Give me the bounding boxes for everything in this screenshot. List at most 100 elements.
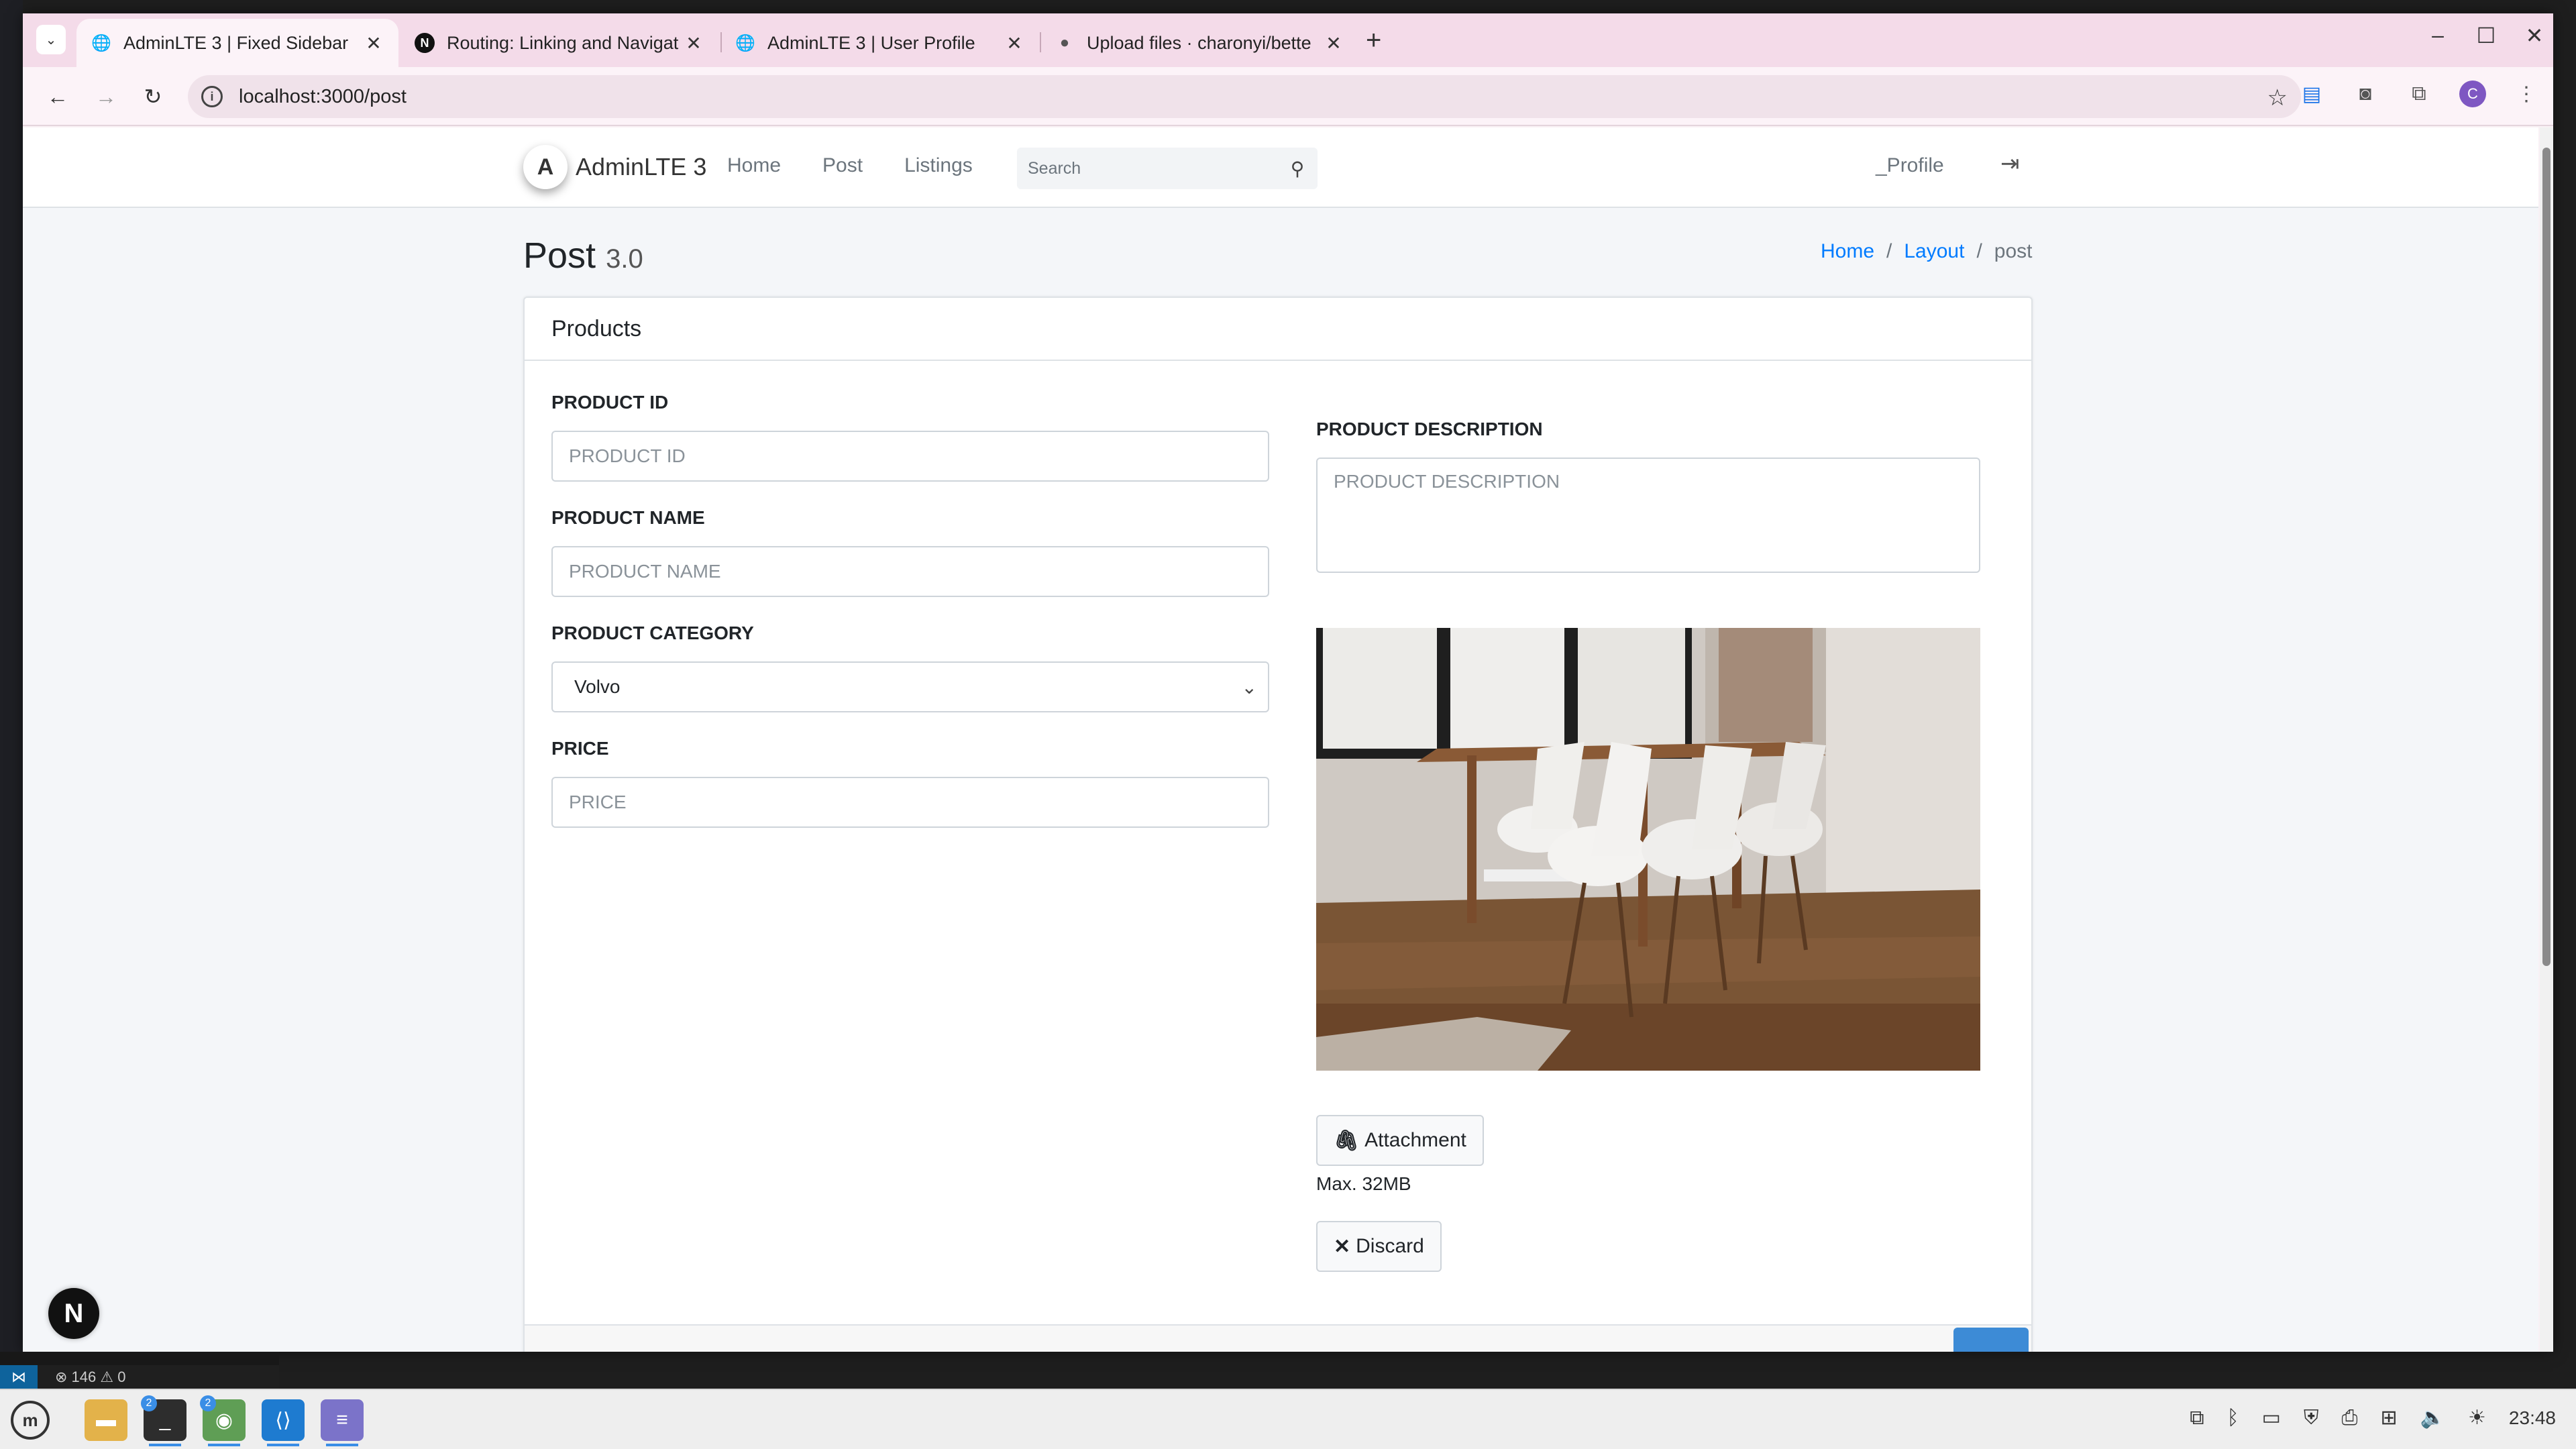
volume-icon[interactable]: 🔈 xyxy=(2420,1406,2445,1430)
close-icon[interactable]: ✕ xyxy=(364,32,384,54)
main-navbar: A AdminLTE 3 Home Post Listings Search ⚲… xyxy=(23,127,2538,208)
minimize-icon[interactable]: – xyxy=(2426,23,2450,48)
search-input[interactable]: Search xyxy=(1028,159,1277,178)
breadcrumb-home[interactable]: Home xyxy=(1821,240,1874,263)
desktop-background-strip xyxy=(0,0,23,1389)
window-count-badge: 2 xyxy=(141,1395,157,1411)
nav-link-home[interactable]: Home xyxy=(727,154,781,177)
search-icon[interactable]: ⚲ xyxy=(1277,158,1318,180)
tab-user-profile[interactable]: 🌐 AdminLTE 3 | User Profile ✕ xyxy=(720,19,1039,67)
printer-icon[interactable]: ⎙ xyxy=(2342,1407,2358,1430)
tab-routing[interactable]: N Routing: Linking and Navigat ✕ xyxy=(400,19,718,67)
more-menu-icon[interactable]: ⋮ xyxy=(2513,80,2540,107)
attachment-button[interactable]: 🖇 Attachment xyxy=(1316,1115,1484,1166)
chrome-icon: ◉ xyxy=(215,1409,233,1432)
tab-title: Routing: Linking and Navigat xyxy=(447,32,679,53)
notes-icon: ≡ xyxy=(336,1409,348,1431)
site-info-icon[interactable]: i xyxy=(201,86,223,107)
nav-link-listings[interactable]: Listings xyxy=(904,154,973,177)
page-title: Post 3.0 xyxy=(523,235,643,276)
browser-toolbar: ← → ↻ i localhost:3000/post ☆ ▤ ◙ ⧉ C ⋮ xyxy=(23,67,2553,126)
clock[interactable]: 23:48 xyxy=(2509,1407,2556,1429)
reload-button[interactable]: ↻ xyxy=(138,82,168,111)
adminlte-logo: A xyxy=(523,145,568,189)
nextjs-dev-indicator[interactable]: N xyxy=(48,1288,99,1339)
start-menu-button[interactable]: m xyxy=(11,1401,50,1440)
running-indicator xyxy=(326,1444,358,1446)
logout-icon[interactable]: ⇥ xyxy=(2000,150,2020,177)
error-count: 146 xyxy=(71,1368,97,1385)
brand-link[interactable]: A AdminLTE 3 xyxy=(523,145,706,189)
extension-icons: ▤ ◙ ⧉ C ⋮ xyxy=(2298,80,2540,107)
product-category-select[interactable]: Volvo ⌄ xyxy=(551,661,1269,712)
vscode-status-bar: ⋈ ⊗ 146 ⚠ 0 xyxy=(0,1365,279,1389)
product-id-input[interactable]: PRODUCT ID xyxy=(551,431,1269,482)
card-header: Products xyxy=(525,298,2031,361)
system-tray: ⧉ ᛒ ▭ ⛨ ⎙ ⊞ 🔈 ☀ 23:48 xyxy=(2190,1406,2556,1430)
tab-adminlte-fixed-sidebar[interactable]: 🌐 AdminLTE 3 | Fixed Sidebar ✕ xyxy=(76,19,398,67)
discard-label: Discard xyxy=(1356,1235,1424,1257)
page-scrollbar[interactable] xyxy=(2540,127,2553,1352)
close-icon[interactable]: ✕ xyxy=(1004,32,1024,54)
terminal-app[interactable]: _ 2 xyxy=(141,1395,186,1446)
workspace-icon[interactable]: ⧉ xyxy=(2190,1407,2204,1430)
problems-indicator[interactable]: ⊗ 146 ⚠ 0 xyxy=(55,1368,125,1386)
product-category-label: PRODUCT CATEGORY xyxy=(551,623,754,643)
tab-title: AdminLTE 3 | Fixed Sidebar xyxy=(123,32,349,53)
tab-title: Upload files · charonyi/bette xyxy=(1087,32,1311,53)
address-bar[interactable]: i localhost:3000/post ☆ xyxy=(188,75,2301,118)
product-image xyxy=(1316,628,1980,1071)
new-tab-button[interactable]: + xyxy=(1366,25,1381,56)
folder-icon: ▬ xyxy=(96,1409,116,1431)
bluetooth-icon[interactable]: ᛒ xyxy=(2227,1407,2239,1430)
terminal-icon: _ xyxy=(159,1409,171,1431)
profile-avatar[interactable]: C xyxy=(2459,80,2486,107)
price-input[interactable]: PRICE xyxy=(551,777,1269,828)
chevron-down-icon: ⌄ xyxy=(45,32,57,48)
clipboard-icon[interactable]: ▭ xyxy=(2262,1406,2281,1430)
browser-window: ⌄ 🌐 AdminLTE 3 | Fixed Sidebar ✕ N Routi… xyxy=(23,13,2553,1352)
breadcrumb-current: post xyxy=(1994,240,2033,262)
nextjs-icon: N xyxy=(415,33,435,53)
close-icon[interactable]: ✕ xyxy=(1324,32,1344,54)
product-name-label: PRODUCT NAME xyxy=(551,507,705,528)
close-icon[interactable]: ✕ xyxy=(684,32,704,54)
puzzle-icon[interactable]: ⧉ xyxy=(2406,80,2432,107)
remote-icon[interactable]: ⋈ xyxy=(0,1365,38,1389)
network-icon[interactable]: ⊞ xyxy=(2381,1406,2398,1430)
max-size-note: Max. 32MB xyxy=(1316,1173,1411,1194)
chrome-app[interactable]: ◉ 2 xyxy=(200,1395,246,1446)
translate-icon[interactable]: ▤ xyxy=(2298,80,2325,107)
tab-search-button[interactable]: ⌄ xyxy=(36,25,66,54)
reload-icon: ↻ xyxy=(144,85,162,109)
nav-link-profile[interactable]: _Profile xyxy=(1876,154,1944,177)
navbar-search[interactable]: Search ⚲ xyxy=(1017,148,1318,189)
github-icon: ● xyxy=(1059,34,1070,52)
vscode-app[interactable]: ⟨⟩ xyxy=(262,1399,305,1446)
attachment-label: Attachment xyxy=(1364,1129,1466,1151)
select-value: Volvo xyxy=(574,676,621,697)
bookmark-star-icon[interactable]: ☆ xyxy=(2267,85,2288,111)
maximize-icon[interactable]: ☐ xyxy=(2474,23,2498,48)
mint-logo-icon: m xyxy=(22,1409,38,1430)
shield-icon[interactable]: ⛨ xyxy=(2304,1407,2319,1430)
product-name-input[interactable]: PRODUCT NAME xyxy=(551,546,1269,597)
discard-button[interactable]: ✕ Discard xyxy=(1316,1221,1442,1272)
submit-button[interactable] xyxy=(1953,1328,2029,1352)
breadcrumb-layout[interactable]: Layout xyxy=(1904,240,1964,263)
back-button[interactable]: ← xyxy=(43,82,72,111)
files-app[interactable]: ▬ xyxy=(85,1399,127,1441)
arrow-right-icon: → xyxy=(95,84,117,109)
camera-icon[interactable]: ◙ xyxy=(2352,80,2379,107)
close-window-icon[interactable]: ✕ xyxy=(2522,23,2546,48)
scrollbar-thumb[interactable] xyxy=(2542,148,2551,966)
text-editor-app[interactable]: ≡ xyxy=(321,1399,364,1446)
breadcrumb: Home / Layout / post xyxy=(1821,240,2033,263)
forward-button[interactable]: → xyxy=(91,82,121,111)
product-description-textarea[interactable]: PRODUCT DESCRIPTION xyxy=(1316,458,1980,573)
nav-link-post[interactable]: Post xyxy=(822,154,863,177)
brightness-icon[interactable]: ☀ xyxy=(2468,1406,2486,1430)
page-version: 3.0 xyxy=(606,244,643,274)
tab-upload-files[interactable]: ● Upload files · charonyi/bette ✕ xyxy=(1040,19,1358,67)
tab-title: AdminLTE 3 | User Profile xyxy=(767,32,975,53)
